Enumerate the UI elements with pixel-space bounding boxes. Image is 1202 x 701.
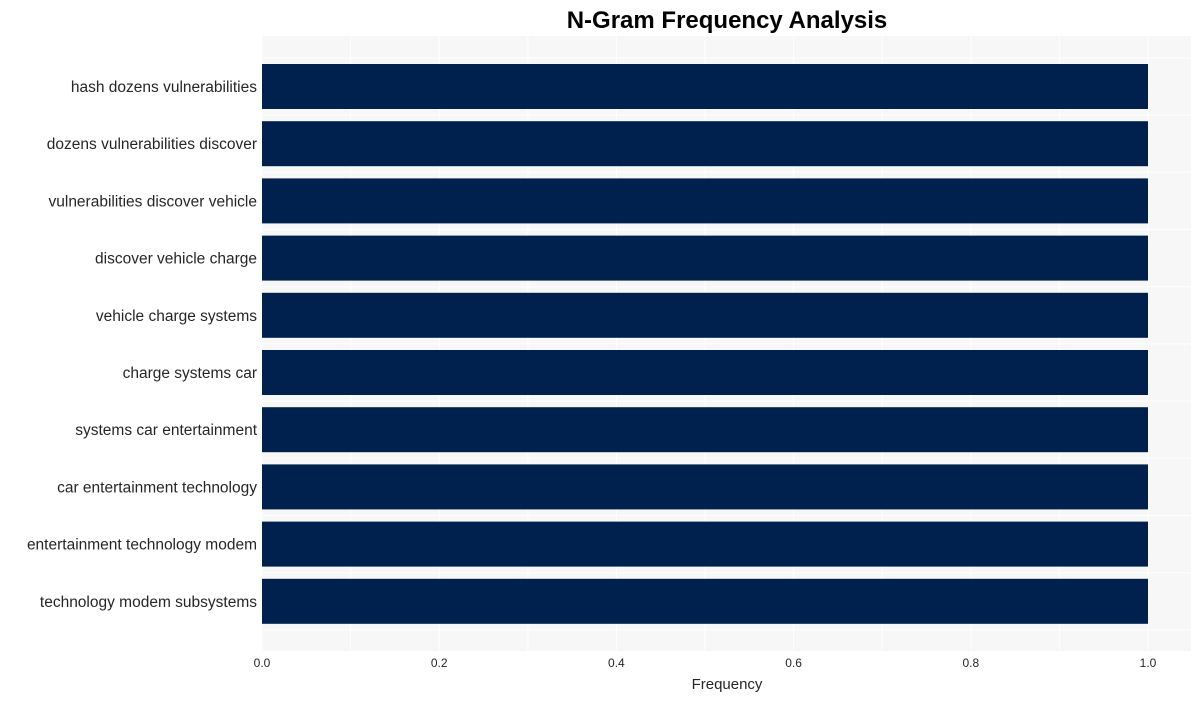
ngram-chart: N-Gram Frequency Analysis hash dozens vu… xyxy=(27,7,1191,693)
y-tick-label: charge systems car xyxy=(123,365,257,382)
y-tick-label: entertainment technology modem xyxy=(27,537,257,554)
x-tick-label: 0.6 xyxy=(785,656,802,670)
x-tick-label: 0.2 xyxy=(431,656,448,670)
y-tick-label: systems car entertainment xyxy=(75,422,257,439)
bar xyxy=(262,350,1148,395)
x-axis-ticks: 0.0 0.2 0.4 0.6 0.8 1.0 xyxy=(254,656,1157,670)
y-tick-label: hash dozens vulnerabilities xyxy=(71,79,257,96)
y-tick-label: technology modem subsystems xyxy=(40,594,257,611)
y-tick-label: car entertainment technology xyxy=(57,479,257,496)
y-tick-label: vulnerabilities discover vehicle xyxy=(49,193,258,210)
bar xyxy=(262,64,1148,109)
bar xyxy=(262,121,1148,167)
chart-title: N-Gram Frequency Analysis xyxy=(567,7,888,34)
bar xyxy=(262,178,1148,224)
bar xyxy=(262,407,1148,453)
x-tick-label: 0.8 xyxy=(962,656,979,670)
x-tick-label: 1.0 xyxy=(1140,656,1157,670)
bar xyxy=(262,464,1148,510)
x-tick-label: 0.4 xyxy=(608,656,625,670)
bar xyxy=(262,578,1148,624)
bar xyxy=(262,235,1148,281)
bar xyxy=(262,521,1148,567)
bar xyxy=(262,292,1148,338)
x-axis-label: Frequency xyxy=(692,676,763,693)
y-tick-label: vehicle charge systems xyxy=(96,308,257,325)
x-tick-label: 0.0 xyxy=(254,656,271,670)
y-tick-label: dozens vulnerabilities discover xyxy=(47,136,257,153)
y-axis-labels: hash dozens vulnerabilities dozens vulner… xyxy=(27,79,258,611)
y-tick-label: discover vehicle charge xyxy=(95,251,257,268)
